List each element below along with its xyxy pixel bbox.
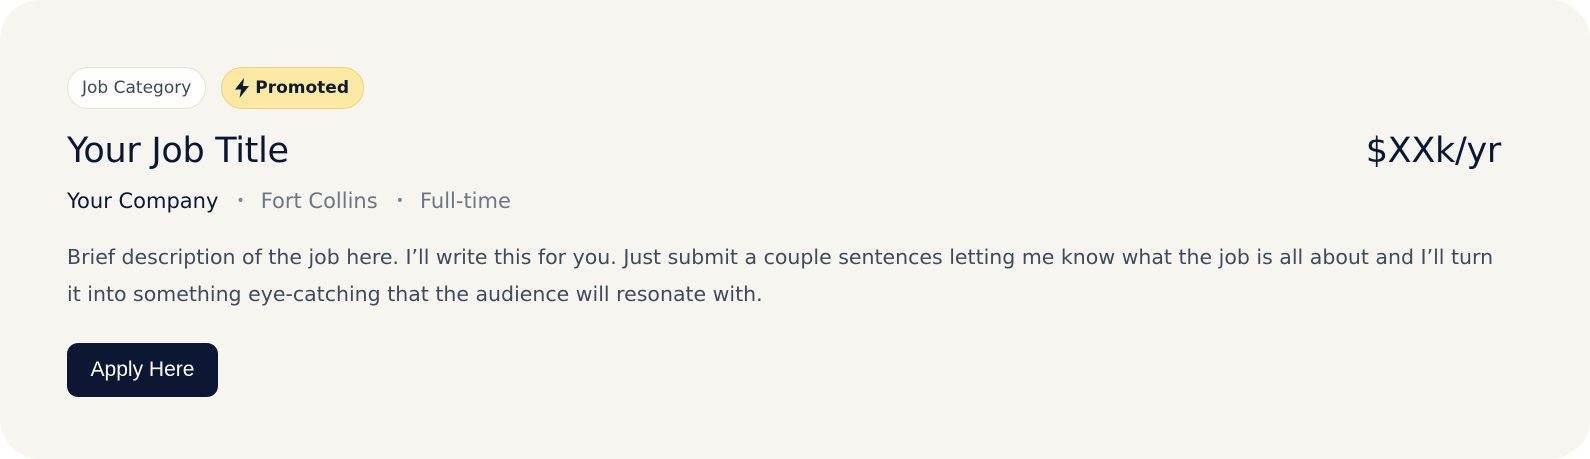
job-title: Your Job Title xyxy=(67,131,289,171)
job-meta: Your Company • Fort Collins • Full-time xyxy=(67,187,1523,215)
job-location: Fort Collins xyxy=(260,189,378,213)
job-card: Job Category Promoted Your Job Title $XX… xyxy=(0,0,1590,459)
meta-separator: • xyxy=(236,193,245,209)
promoted-label: Promoted xyxy=(255,78,350,98)
apply-button[interactable]: Apply Here xyxy=(67,343,218,397)
company-name: Your Company xyxy=(67,189,219,213)
employment-type: Full-time xyxy=(419,189,511,213)
lightning-bolt-icon xyxy=(234,78,250,98)
tag-row: Job Category Promoted xyxy=(67,67,1523,109)
title-row: Your Job Title $XXk/yr xyxy=(67,129,1523,173)
job-description: Brief description of the job here. I’ll … xyxy=(67,245,1494,306)
meta-separator: • xyxy=(395,193,404,209)
salary: $XXk/yr xyxy=(1365,131,1502,171)
job-category-tag: Job Category xyxy=(67,67,207,109)
promoted-badge: Promoted xyxy=(221,67,365,109)
